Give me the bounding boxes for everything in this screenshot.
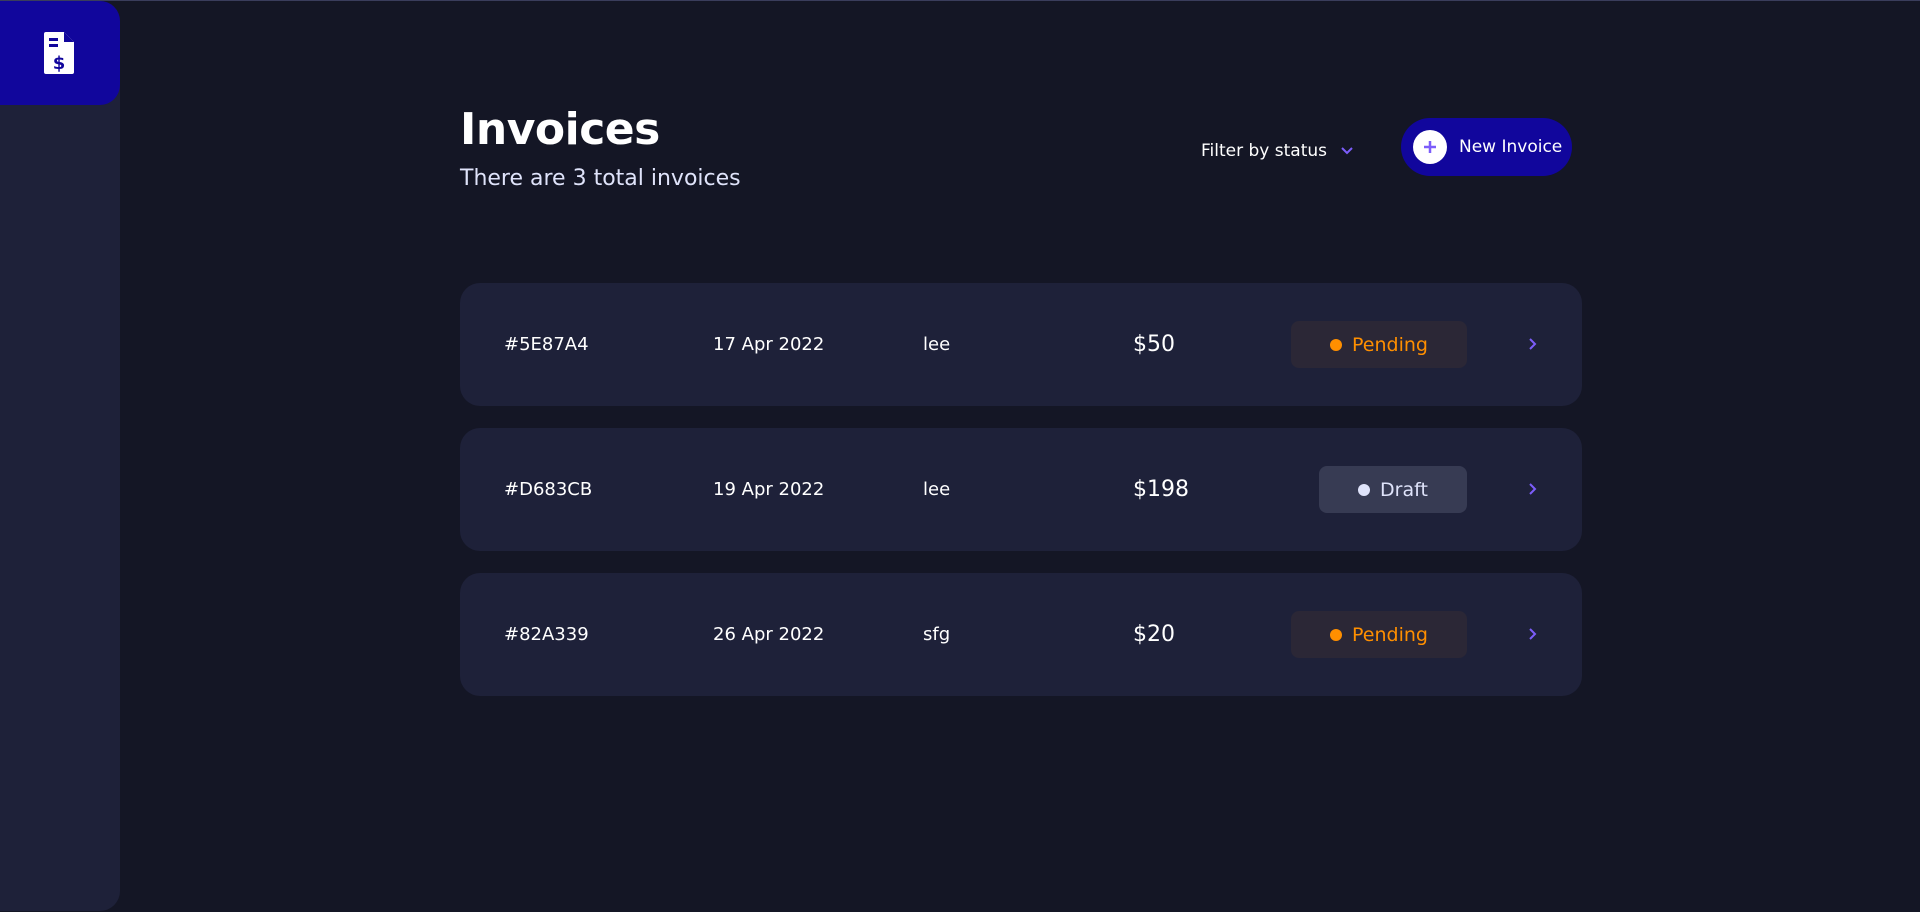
invoice-due-date: 19 Apr 2022 [713, 479, 825, 500]
invoice-amount: $198 [1133, 477, 1189, 502]
new-invoice-button[interactable]: New Invoice [1401, 118, 1572, 176]
status-label: Pending [1352, 623, 1428, 646]
invoice-row[interactable]: #D683CB 19 Apr 2022 lee $198 Draft [460, 428, 1582, 551]
status-label: Draft [1380, 478, 1428, 501]
status-badge: Pending [1291, 321, 1467, 368]
invoice-row[interactable]: #82A339 26 Apr 2022 sfg $20 Pending [460, 573, 1582, 696]
status-badge: Draft [1319, 466, 1467, 513]
chevron-down-icon [1341, 147, 1353, 155]
invoice-id: #82A339 [504, 624, 589, 645]
invoice-due-date: 17 Apr 2022 [713, 334, 825, 355]
invoice-due-date: 26 Apr 2022 [713, 624, 825, 645]
filter-label: Filter by status [1201, 141, 1327, 161]
invoice-client: lee [923, 479, 951, 500]
plus-icon [1413, 130, 1447, 164]
status-dot [1330, 338, 1343, 351]
chevron-right-icon[interactable] [1524, 625, 1542, 643]
status-badge: Pending [1291, 611, 1467, 658]
status-dot [1358, 483, 1371, 496]
top-border [0, 0, 1920, 1]
invoice-id: #5E87A4 [504, 334, 589, 355]
invoice-client: sfg [923, 624, 951, 645]
page-title: Invoices [460, 104, 660, 155]
invoice-dollar-icon: $ [44, 32, 74, 74]
invoice-count: There are 3 total invoices [460, 166, 741, 191]
app-logo[interactable]: $ [0, 1, 120, 105]
filter-by-status-dropdown[interactable]: Filter by status [1201, 131, 1353, 171]
chevron-right-icon[interactable] [1524, 480, 1542, 498]
invoice-row[interactable]: #5E87A4 17 Apr 2022 lee $50 Pending [460, 283, 1582, 406]
invoice-amount: $50 [1133, 332, 1175, 357]
invoice-client: lee [923, 334, 951, 355]
new-invoice-label: New Invoice [1459, 137, 1563, 157]
status-label: Pending [1352, 333, 1428, 356]
invoices-header: Invoices There are 3 total invoices Filt… [460, 104, 1582, 204]
invoice-id: #D683CB [504, 479, 593, 500]
sidebar: $ [0, 1, 120, 911]
invoice-amount: $20 [1133, 622, 1175, 647]
chevron-right-icon[interactable] [1524, 335, 1542, 353]
svg-text:$: $ [53, 53, 66, 74]
invoice-list: #5E87A4 17 Apr 2022 lee $50 Pending #D68… [460, 283, 1582, 718]
status-dot [1330, 628, 1343, 641]
